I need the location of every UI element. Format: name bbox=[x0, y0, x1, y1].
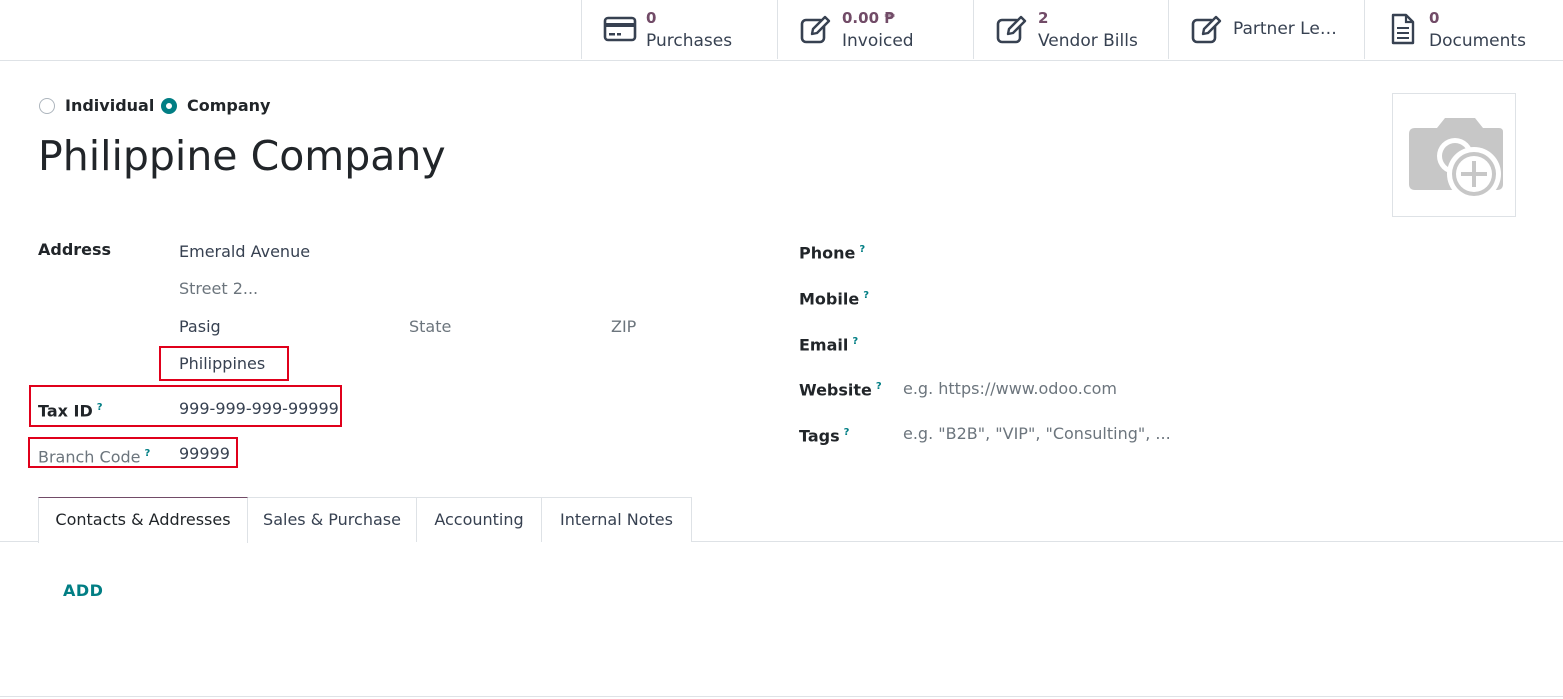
phone-label-text: Phone bbox=[799, 243, 856, 263]
website-label-text: Website bbox=[799, 380, 872, 400]
tax-id-help-icon[interactable]: ? bbox=[97, 402, 103, 413]
mobile-label-text: Mobile bbox=[799, 289, 860, 309]
branch-code-help-icon[interactable]: ? bbox=[144, 448, 150, 459]
tab-accounting[interactable]: Accounting bbox=[416, 497, 542, 542]
tax-id-field[interactable]: 999-999-999-99999 bbox=[179, 399, 339, 419]
bottom-divider bbox=[0, 696, 1563, 697]
tab-internal-notes[interactable]: Internal Notes bbox=[541, 497, 692, 542]
purchases-label: Purchases bbox=[646, 31, 733, 51]
add-contact-button[interactable]: ADD bbox=[63, 581, 103, 601]
tab-contacts-addresses[interactable]: Contacts & Addresses bbox=[38, 497, 248, 543]
zip-field[interactable]: ZIP bbox=[611, 317, 636, 337]
street2-field[interactable]: Street 2... bbox=[179, 279, 258, 299]
website-field[interactable]: e.g. https://www.odoo.com bbox=[903, 379, 1117, 399]
mobile-help-icon[interactable]: ? bbox=[863, 290, 869, 301]
partner-ledger-smart-button[interactable]: Partner Le… bbox=[1168, 0, 1363, 59]
company-label[interactable]: Company bbox=[187, 96, 270, 116]
documents-count: 0 bbox=[1429, 9, 1440, 27]
tax-id-label-text: Tax ID bbox=[38, 401, 93, 421]
phone-help-icon[interactable]: ? bbox=[859, 244, 865, 255]
partner-ledger-label: Partner Le… bbox=[1233, 19, 1337, 39]
pencil-square-icon bbox=[996, 15, 1027, 44]
documents-label: Documents bbox=[1429, 31, 1526, 51]
city-field[interactable]: Pasig bbox=[179, 317, 221, 337]
email-help-icon[interactable]: ? bbox=[852, 336, 858, 347]
tags-help-icon[interactable]: ? bbox=[844, 427, 850, 438]
tags-field[interactable]: e.g. "B2B", "VIP", "Consulting", ... bbox=[903, 424, 1171, 444]
invoiced-amount: 0.00 ₱ bbox=[842, 9, 895, 27]
smart-button-bar: 0 Purchases 0.00 ₱ Invoiced 2 Vendor Bil… bbox=[0, 0, 1563, 61]
phone-label: Phone? bbox=[799, 240, 865, 263]
website-label: Website? bbox=[799, 377, 882, 400]
mobile-label: Mobile? bbox=[799, 286, 869, 309]
pencil-square-icon bbox=[1191, 15, 1222, 44]
purchases-smart-button[interactable]: 0 Purchases bbox=[581, 0, 776, 59]
street-field[interactable]: Emerald Avenue bbox=[179, 242, 310, 262]
branch-code-label-text: Branch Code bbox=[38, 447, 141, 467]
vendor-bills-count: 2 bbox=[1038, 9, 1049, 27]
tags-label: Tags? bbox=[799, 423, 849, 446]
branch-code-field[interactable]: 99999 bbox=[179, 444, 230, 464]
email-label: Email? bbox=[799, 332, 858, 355]
document-icon bbox=[1391, 13, 1415, 45]
branch-code-label: Branch Code? bbox=[38, 444, 150, 467]
tags-label-text: Tags bbox=[799, 426, 840, 446]
vendor-bills-label: Vendor Bills bbox=[1038, 31, 1138, 51]
tab-sales-purchase[interactable]: Sales & Purchase bbox=[247, 497, 417, 542]
camera-plus-icon bbox=[1409, 118, 1503, 201]
purchases-count: 0 bbox=[646, 9, 657, 27]
company-radio[interactable] bbox=[161, 98, 177, 114]
country-field[interactable]: Philippines bbox=[179, 354, 265, 374]
website-help-icon[interactable]: ? bbox=[876, 381, 882, 392]
state-field[interactable]: State bbox=[409, 317, 451, 337]
invoiced-label: Invoiced bbox=[842, 31, 914, 51]
individual-radio[interactable] bbox=[39, 98, 55, 114]
pencil-square-icon bbox=[800, 15, 831, 44]
documents-smart-button[interactable]: 0 Documents bbox=[1364, 0, 1563, 59]
credit-card-icon bbox=[603, 16, 637, 42]
partner-image-upload[interactable] bbox=[1392, 93, 1516, 217]
individual-label[interactable]: Individual bbox=[65, 96, 154, 116]
partner-name-field[interactable]: Philippine Company bbox=[38, 128, 446, 184]
email-label-text: Email bbox=[799, 335, 849, 355]
address-label: Address bbox=[38, 240, 112, 259]
invoiced-smart-button[interactable]: 0.00 ₱ Invoiced bbox=[777, 0, 972, 59]
vendor-bills-smart-button[interactable]: 2 Vendor Bills bbox=[973, 0, 1168, 59]
tax-id-label: Tax ID? bbox=[38, 398, 103, 421]
